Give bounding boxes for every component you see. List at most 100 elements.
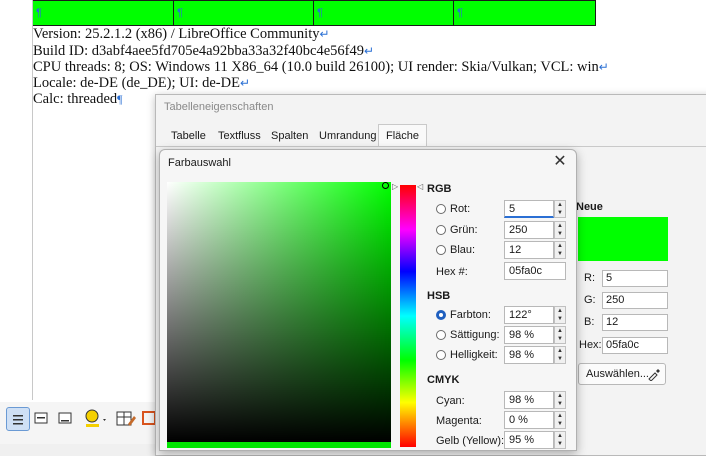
red-label: Rot: (450, 203, 471, 215)
dialog-title: Tabelleneigenschaften (164, 101, 274, 113)
hue-field[interactable]: 122° (504, 306, 554, 324)
line-break-mark: ↵ (319, 27, 330, 41)
r-label: R: (584, 272, 595, 284)
yellow-field[interactable]: 95 % (504, 431, 554, 449)
hex-field[interactable]: 05fa0c (602, 337, 668, 354)
blue-stepper[interactable]: ▲ ▼ (554, 241, 566, 259)
doc-line-calc[interactable]: Calc: threaded¶ (33, 91, 123, 108)
new-color-preview (578, 217, 668, 261)
color-picker-dialog: Farbauswahl ✕ ▷ ◁ RGB Rot: 5 ▲ ▼ Grün: 25… (159, 149, 577, 451)
tab-divider (156, 146, 706, 147)
saturation-radio[interactable] (436, 330, 446, 340)
tab-flaeche[interactable]: Fläche (378, 124, 428, 146)
chevron-down-icon: ▼ (557, 356, 563, 362)
g-field[interactable]: 250 (602, 292, 668, 309)
hsb-heading: HSB (427, 290, 451, 302)
doc-line-cpu[interactable]: CPU threads: 8; OS: Windows 11 X86_64 (1… (33, 59, 609, 76)
align-bottom-button[interactable] (54, 407, 76, 429)
saturation-stepper[interactable]: ▲ ▼ (554, 326, 566, 344)
hex-label: Hex #: (436, 266, 468, 278)
line-break-mark: ↵ (239, 76, 250, 90)
chevron-down-icon: ▼ (557, 421, 563, 427)
hue-radio[interactable] (436, 310, 446, 320)
hue-marker-right[interactable]: ◁ (417, 182, 423, 191)
b-field[interactable]: 12 (602, 314, 668, 331)
pilcrow-mark: ¶ (177, 7, 183, 19)
magenta-stepper[interactable]: ▲ ▼ (554, 411, 566, 429)
chevron-up-icon: ▲ (557, 393, 563, 399)
chevron-up-icon: ▲ (557, 243, 563, 249)
green-stepper[interactable]: ▲ ▼ (554, 221, 566, 239)
table-properties-button[interactable] (114, 407, 136, 429)
yellow-stepper[interactable]: ▲ ▼ (554, 431, 566, 449)
table-cell[interactable]: ¶ (32, 0, 174, 26)
b-label: B: (584, 316, 595, 328)
pilcrow-mark: ¶ (457, 7, 463, 19)
chevron-up-icon: ▲ (557, 433, 563, 439)
line-break-mark: ↵ (363, 44, 375, 58)
tab-tabelle[interactable]: Tabelle (163, 124, 214, 146)
table-edit-icon (116, 411, 136, 426)
magenta-label: Magenta: (436, 415, 482, 427)
blue-radio[interactable] (436, 245, 446, 255)
close-icon[interactable]: ✕ (552, 154, 568, 170)
cyan-stepper[interactable]: ▲ ▼ (554, 391, 566, 409)
doc-text: Locale: de-DE (de_DE); UI: de-DE (33, 75, 240, 91)
green-radio[interactable] (436, 225, 446, 235)
pick-button[interactable]: Auswählen... (578, 363, 666, 385)
hue-slider[interactable] (400, 185, 416, 447)
tab-spalten[interactable]: Spalten (263, 124, 316, 146)
line-break-mark: ↵ (598, 60, 609, 74)
saturation-field[interactable]: 98 % (504, 326, 554, 344)
table-cell[interactable]: ¶ (173, 0, 314, 26)
doc-text: Calc: threaded (33, 91, 118, 107)
cyan-field[interactable]: 98 % (504, 391, 554, 409)
brightness-stepper[interactable]: ▲ ▼ (554, 346, 566, 364)
chevron-up-icon: ▲ (557, 308, 563, 314)
chevron-down-icon: ▼ (557, 441, 563, 447)
hex-field[interactable]: 05fa0c (504, 262, 566, 280)
tab-umrandung[interactable]: Umrandung (311, 124, 384, 146)
hue-stepper[interactable]: ▲ ▼ (554, 306, 566, 324)
red-radio[interactable] (436, 204, 446, 214)
yellow-label: Gelb (Yellow): (436, 435, 505, 447)
color-field-cursor[interactable] (382, 182, 389, 189)
green-field[interactable]: 250 (504, 221, 554, 239)
red-field[interactable]: 5 (504, 200, 554, 218)
tab-textfluss[interactable]: Textfluss (210, 124, 269, 146)
align-icon (34, 412, 48, 424)
red-stepper[interactable]: ▲ ▼ (554, 200, 566, 218)
blue-label: Blau: (450, 244, 476, 256)
pilcrow-mark: ¶ (36, 7, 42, 19)
chevron-down-icon: ▼ (557, 231, 563, 237)
hue-marker-left[interactable]: ▷ (392, 182, 398, 191)
highlight-color-button[interactable] (82, 407, 106, 429)
dialog-title: Farbauswahl (168, 157, 231, 169)
align-left-button[interactable] (6, 407, 30, 431)
pilcrow-mark: ¶ (317, 7, 323, 19)
chevron-up-icon: ▲ (557, 413, 563, 419)
doc-text: Version: 25.2.1.2 (x86) / LibreOffice Co… (33, 26, 320, 42)
brightness-radio[interactable] (436, 350, 446, 360)
doc-line-locale[interactable]: Locale: de-DE (de_DE); UI: de-DE↵ (33, 75, 250, 92)
doc-text: CPU threads: 8; OS: Windows 11 X86_64 (1… (33, 59, 599, 75)
blue-field[interactable]: 12 (504, 241, 554, 259)
bottom-toolbar (0, 402, 160, 444)
r-field[interactable]: 5 (602, 270, 668, 287)
rgb-heading: RGB (427, 183, 452, 195)
highlight-icon (85, 409, 106, 427)
g-label: G: (584, 294, 596, 306)
doc-line-version[interactable]: Version: 25.2.1.2 (x86) / LibreOffice Co… (33, 26, 330, 43)
saturation-brightness-field[interactable] (167, 182, 391, 442)
chevron-up-icon: ▲ (557, 348, 563, 354)
brightness-field[interactable]: 98 % (504, 346, 554, 364)
doc-line-build[interactable]: Build ID: d3abf4aee5fd705e4a92bba33a32f4… (33, 43, 374, 60)
table-cell[interactable]: ¶ (313, 0, 454, 26)
table-cell[interactable]: ¶ (453, 0, 596, 26)
align-icon (58, 412, 72, 424)
green-label: Grün: (450, 224, 478, 236)
magenta-field[interactable]: 0 % (504, 411, 554, 429)
doc-text: Build ID: d3abf4aee5fd705e4a92bba33a32f4… (33, 43, 364, 59)
align-center-button[interactable] (30, 407, 52, 429)
chevron-up-icon: ▲ (557, 202, 563, 208)
